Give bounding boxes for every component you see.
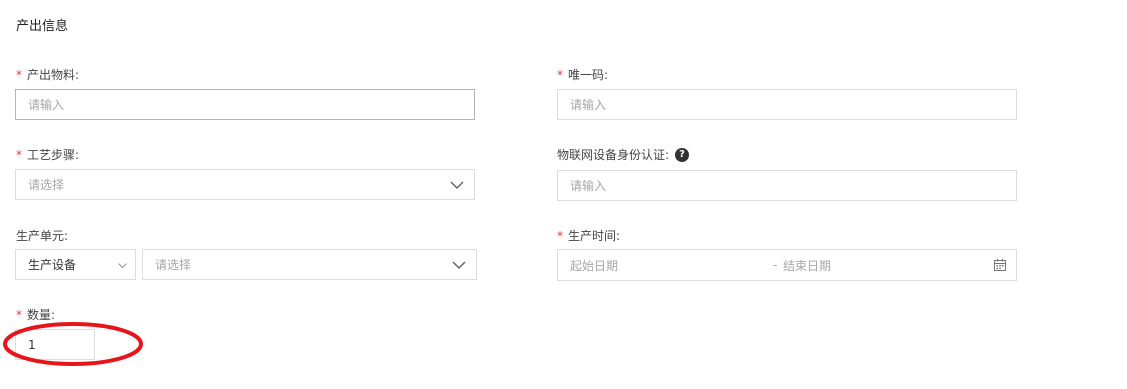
required-mark: * bbox=[16, 307, 22, 322]
production-time-label: * 生产时间: bbox=[557, 228, 621, 244]
output-material-input[interactable]: 请输入 bbox=[15, 89, 475, 120]
required-mark: * bbox=[16, 67, 22, 82]
range-separator: - bbox=[773, 258, 778, 272]
start-date-input[interactable]: 起始日期 bbox=[570, 257, 618, 274]
question-circle-icon[interactable]: ? bbox=[675, 147, 690, 162]
chevron-down-icon bbox=[450, 180, 464, 189]
required-mark: * bbox=[557, 67, 563, 82]
process-step-select[interactable]: 请选择 bbox=[15, 169, 475, 200]
unique-code-label: * 唯一码: bbox=[557, 67, 609, 83]
section-title: 产出信息 bbox=[16, 19, 69, 34]
unique-code-input[interactable]: 请输入 bbox=[557, 89, 1017, 120]
quantity-input[interactable]: 1 bbox=[15, 329, 95, 360]
quantity-label: * 数量: bbox=[16, 307, 56, 323]
production-unit-select[interactable]: 请选择 bbox=[142, 249, 477, 280]
process-step-label: * 工艺步骤: bbox=[16, 147, 80, 163]
output-material-label: * 产出物料: bbox=[16, 67, 80, 83]
required-mark: * bbox=[557, 228, 563, 243]
chevron-down-icon bbox=[452, 260, 466, 269]
production-unit-label: 生产单元: bbox=[16, 229, 69, 243]
iot-auth-label: 物联网设备身份认证: ? bbox=[557, 146, 690, 163]
output-info-form: 产出信息 * 产出物料: 请输入 * 唯一码: 请输入 * 工艺步骤: 请选择 … bbox=[0, 0, 1127, 389]
end-date-input[interactable]: 结束日期 bbox=[783, 257, 831, 274]
iot-auth-input[interactable]: 请输入 bbox=[557, 170, 1017, 201]
production-unit-type-select[interactable]: 生产设备 bbox=[15, 249, 136, 280]
production-time-range-picker[interactable]: 起始日期 - 结束日期 bbox=[557, 249, 1017, 281]
required-mark: * bbox=[16, 147, 22, 162]
calendar-icon[interactable] bbox=[993, 258, 1007, 272]
chevron-down-icon bbox=[118, 262, 127, 268]
